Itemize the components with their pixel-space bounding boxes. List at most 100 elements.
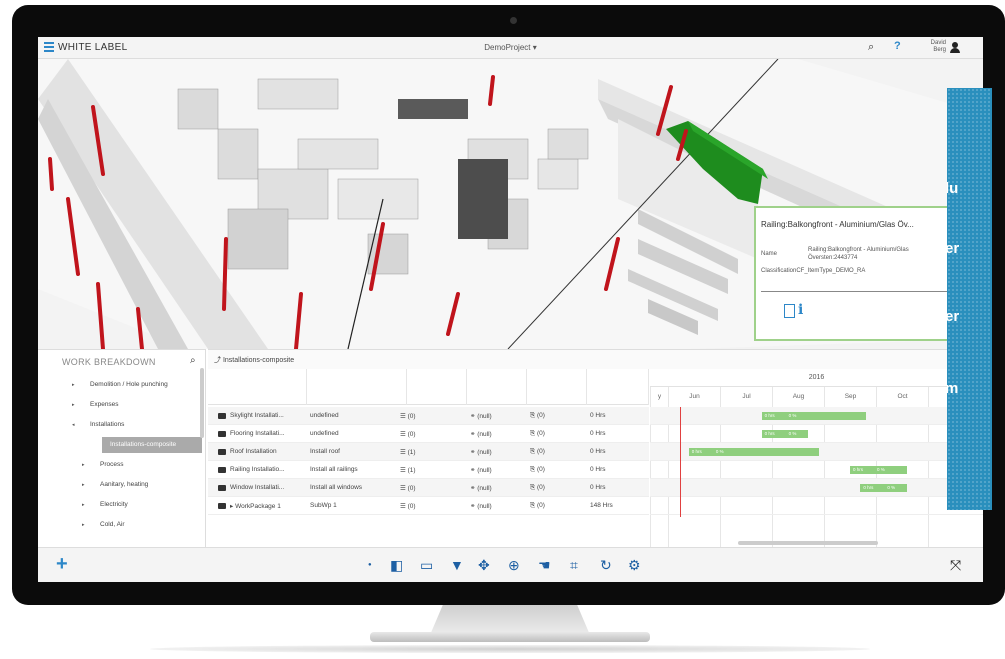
gantt-bar[interactable]: 0 hrs 0 % [850, 466, 908, 474]
task-icon [218, 503, 226, 509]
gantt-rows: 0 hrs 0 % 0 hrs 0 % 0 hrs 0 % 0 hrs 0 % 0 hrs 0 % [650, 407, 983, 515]
gantt-bar[interactable]: 0 hrs 0 % [860, 484, 908, 492]
gantt-month-label: Aug [792, 393, 805, 400]
work-breakdown-item[interactable]: ▸ Demolition / Hole punching [62, 375, 202, 395]
work-breakdown-label: Cold, Air [100, 521, 125, 528]
gantt-bar-label: 0 % [788, 413, 797, 418]
work-breakdown-item[interactable]: ▸ Expenses [62, 395, 202, 415]
caret-icon[interactable]: ▸ [82, 475, 85, 495]
task-table-header: ⤴ Installations-composite [208, 349, 983, 369]
caret-icon[interactable]: ◂ [72, 415, 75, 435]
gantt-bar-label: 0 % [887, 485, 896, 490]
work-breakdown-item[interactable]: ▸ Aanitary, heating [62, 475, 202, 495]
table-row[interactable]: Flooring Installati... undefined ☰ (0) ⚭ (n… [208, 425, 649, 443]
project-selector[interactable]: DemoProject ▾ [38, 43, 983, 52]
table-cell-desc: Install all windows [310, 484, 363, 491]
settings-icon[interactable]: ⚙ [628, 557, 641, 574]
gantt-bar[interactable]: 0 hrs 0 % [761, 412, 866, 420]
info-icon[interactable]: i [798, 302, 803, 318]
banner-text: lu [947, 180, 959, 197]
table-row[interactable]: ▸ WorkPackage 1 SubWp 1 ☰ (0) ⚭ (null) ⎘ (0)… [208, 497, 649, 515]
move-icon[interactable]: ✥ [478, 557, 490, 574]
gantt-bar-label: 0 hrs [853, 467, 864, 472]
bottom-panel-icon[interactable]: ▭ [420, 557, 433, 574]
app-screen: WHITE LABEL DemoProject ▾ ⌕ ? David Berg [38, 37, 983, 582]
table-row[interactable]: Window Installati... Install all windows ☰… [208, 479, 649, 497]
table-cell-att: ⎘ (0) [530, 430, 545, 437]
task-icon [218, 413, 226, 419]
help-icon[interactable]: ? [894, 40, 901, 52]
search-icon[interactable]: ⌕ [190, 355, 196, 366]
pan-hand-icon[interactable]: ☚ [538, 557, 551, 574]
caret-icon[interactable]: ▸ [82, 515, 85, 535]
user-icon[interactable] [950, 42, 960, 53]
table-cell-att: ⎘ (0) [530, 502, 545, 509]
gantt-scrollbar[interactable] [738, 541, 878, 545]
caret-icon[interactable]: ▸ [72, 375, 75, 395]
gantt-row: 0 hrs 0 % [650, 443, 983, 461]
table-cell-name: Window Installati... [230, 484, 285, 491]
work-breakdown-label: Installations [90, 421, 125, 428]
gantt-row [650, 497, 983, 515]
task-icon [218, 485, 226, 491]
table-row[interactable]: Railing Installatio... Install all railin… [208, 461, 649, 479]
gantt-month-label: Jun [689, 393, 700, 400]
caret-icon[interactable]: ▸ [72, 395, 75, 415]
table-cell-att: ⎘ (0) [530, 466, 545, 473]
add-button[interactable]: + [56, 553, 68, 576]
table-cell-list: ☰ (0) [400, 431, 416, 438]
gantt-month-label: Jul [742, 393, 751, 400]
work-breakdown-title: WORK BREAKDOWN [62, 357, 156, 367]
split-panel-icon[interactable]: ◧ [390, 557, 403, 574]
task-icon [218, 467, 226, 473]
user-name[interactable]: David Berg [928, 40, 946, 54]
work-breakdown-label: Electricity [100, 501, 128, 508]
model-viewport[interactable]: Railing:Balkongfront - Aluminium/Glas Öv… [38, 59, 983, 349]
work-breakdown-item[interactable]: Installations-composite [62, 435, 202, 455]
table-row[interactable]: Skylight Installati... undefined ☰ (0) ⚭ (n… [208, 407, 649, 425]
caret-icon[interactable]: ▸ [82, 495, 85, 515]
work-breakdown-label: Process [100, 461, 124, 468]
bottom-toolbar: + ● ◧ ▭ ▼ ✥ ⊕ ☚ ⌗ ↻ ⚙ ⤧ [38, 547, 983, 582]
table-cell-att: ⎘ (0) [530, 412, 545, 419]
camera-dot [510, 17, 517, 24]
work-breakdown-item[interactable]: ◂ Installations [62, 415, 202, 435]
banner-text: er [947, 308, 960, 325]
table-cell-list: ☰ (0) [400, 503, 416, 510]
caret-icon[interactable]: ▸ [82, 455, 85, 475]
fullscreen-icon[interactable]: ⤧ [950, 557, 961, 574]
table-cell-res: ⚭ (null) [470, 503, 492, 510]
zoom-icon[interactable]: ⊕ [508, 557, 520, 574]
table-cell-desc: SubWp 1 [310, 502, 337, 509]
banner-text: er [947, 240, 960, 257]
work-breakdown-label: Demolition / Hole punching [90, 381, 168, 388]
table-cell-list: ☰ (0) [400, 413, 416, 420]
scrollbar[interactable] [200, 368, 204, 438]
gantt-bar[interactable]: 0 hrs 0 % [688, 448, 819, 456]
work-breakdown-item[interactable]: ▸ Electricity [62, 495, 202, 515]
breadcrumb[interactable]: ⤴ Installations-composite [214, 355, 294, 365]
column-headers [208, 369, 649, 405]
gantt-row: 0 hrs 0 % [650, 407, 983, 425]
gantt-chart[interactable]: 2016 yJunJulAugSepOctNov 0 hrs0 %0 hrs0 … [650, 369, 983, 565]
document-icon[interactable] [784, 304, 795, 318]
gantt-bar[interactable]: 0 hrs 0 % [761, 430, 809, 438]
table-cell-hrs: 0 Hrs [590, 448, 606, 455]
work-breakdown-list: ▸ Demolition / Hole punching ▸ Expenses ◂ Ins… [62, 375, 202, 535]
table-row[interactable]: Roof Installation Install roof ☰ (1) ⚭ (nul… [208, 443, 649, 461]
table-cell-res: ⚭ (null) [470, 467, 492, 474]
dot-icon[interactable]: ● [368, 562, 372, 568]
task-list: Skylight Installati... undefined ☰ (0) ⚭ (n… [208, 407, 649, 515]
table-cell-list: ☰ (1) [400, 467, 416, 474]
work-breakdown-label: Expenses [90, 401, 119, 408]
gantt-month-label: Oct [897, 393, 908, 400]
rotate-icon[interactable]: ↻ [600, 557, 612, 574]
search-icon[interactable]: ⌕ [868, 41, 874, 54]
monitor-stand [430, 605, 590, 635]
popup-title: Railing:Balkongfront - Aluminium/Glas Öv… [761, 220, 914, 229]
filter-icon[interactable]: ▼ [450, 557, 464, 573]
work-breakdown-item[interactable]: ▸ Process [62, 455, 202, 475]
crop-icon[interactable]: ⌗ [570, 557, 578, 574]
work-breakdown-item[interactable]: ▸ Cold, Air [62, 515, 202, 535]
table-cell-name: Flooring Installati... [230, 430, 285, 437]
